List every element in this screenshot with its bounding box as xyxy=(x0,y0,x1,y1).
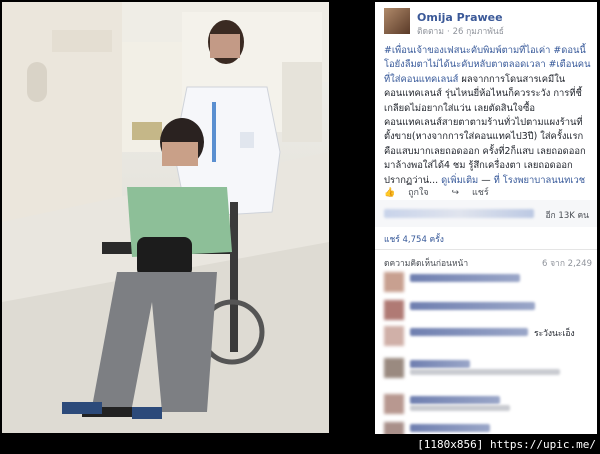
location-link[interactable]: ที่ โรงพยาบาลนนทเวช xyxy=(494,175,586,186)
follow-link[interactable]: ติดตาม xyxy=(417,27,444,37)
reactions-row[interactable]: อีก 13K คน xyxy=(375,200,597,227)
comment-author-blurred xyxy=(410,424,490,432)
hospital-wheelchair-photo xyxy=(2,2,329,433)
comment-item xyxy=(384,356,592,378)
location-separator: — xyxy=(481,174,491,186)
comment-text-blurred xyxy=(410,369,560,375)
comment-avatar[interactable] xyxy=(384,326,404,346)
comment-item: ระวังนะเอ็ง xyxy=(384,324,592,346)
comment-item xyxy=(384,298,592,320)
shares-count[interactable]: แชร์ 4,754 ครั้ง xyxy=(384,232,444,246)
see-more-link[interactable]: ดูเพิ่มเติม xyxy=(441,175,478,186)
comment-author-blurred xyxy=(410,274,520,282)
comment-author-blurred xyxy=(410,396,500,404)
comment-avatar[interactable] xyxy=(384,300,404,320)
comment-author-blurred xyxy=(410,328,528,336)
previous-comments-link[interactable]: ดความคิดเห็นก่อนหน้า xyxy=(384,259,468,269)
like-button[interactable]: 👍 ถูกใจ xyxy=(384,188,439,198)
comment-avatar[interactable] xyxy=(384,394,404,414)
comment-item xyxy=(384,392,592,414)
share-icon: ↪ xyxy=(451,188,460,198)
comment-item xyxy=(384,420,592,434)
post-body: ผลจากการโดนสารเคมีในคอนแทคเลนส์ รุ่นไหนย… xyxy=(384,73,586,186)
image-watermark: [1180x856] https://upic.me/ xyxy=(417,438,596,451)
thumbs-up-icon: 👍 xyxy=(384,188,396,198)
liker-names-blurred xyxy=(384,209,534,218)
post-photo[interactable] xyxy=(2,2,329,433)
facebook-post-panel: Omija Prawee ติดตาม · 26 กุมภาพันธ์ #เพื่อ… xyxy=(375,2,597,434)
author-name[interactable]: Omija Prawee xyxy=(417,11,503,24)
divider xyxy=(375,249,597,250)
comment-avatar[interactable] xyxy=(384,358,404,378)
comment-avatar[interactable] xyxy=(384,422,404,434)
share-button[interactable]: ↪ แชร์ xyxy=(452,188,499,198)
post-meta: ติดตาม · 26 กุมภาพันธ์ xyxy=(417,27,504,37)
comments-header: ดความคิดเห็นก่อนหน้า 6 จาก 2,249 xyxy=(384,256,592,270)
comment-text: ระวังนะเอ็ง xyxy=(534,329,575,339)
comment-author-blurred xyxy=(410,360,470,368)
post-text: #เพื่อนเจ้าของเฟสนะคับพิมพ์ตามที่ไอเค่า … xyxy=(384,44,592,188)
comment-author-blurred xyxy=(410,302,535,310)
comment-item xyxy=(384,270,592,292)
post-date[interactable]: 26 กุมภาพันธ์ xyxy=(453,27,504,37)
comments-count: 6 จาก 2,249 xyxy=(541,259,592,269)
post-actions: 👍 ถูกใจ ↪ แชร์ xyxy=(384,185,509,199)
comment-text-blurred xyxy=(410,405,510,411)
reactions-count[interactable]: อีก 13K คน xyxy=(545,208,589,222)
comment-avatar[interactable] xyxy=(384,272,404,292)
author-avatar[interactable] xyxy=(384,8,410,34)
post-header: Omija Prawee ติดตาม · 26 กุมภาพันธ์ xyxy=(375,2,597,38)
